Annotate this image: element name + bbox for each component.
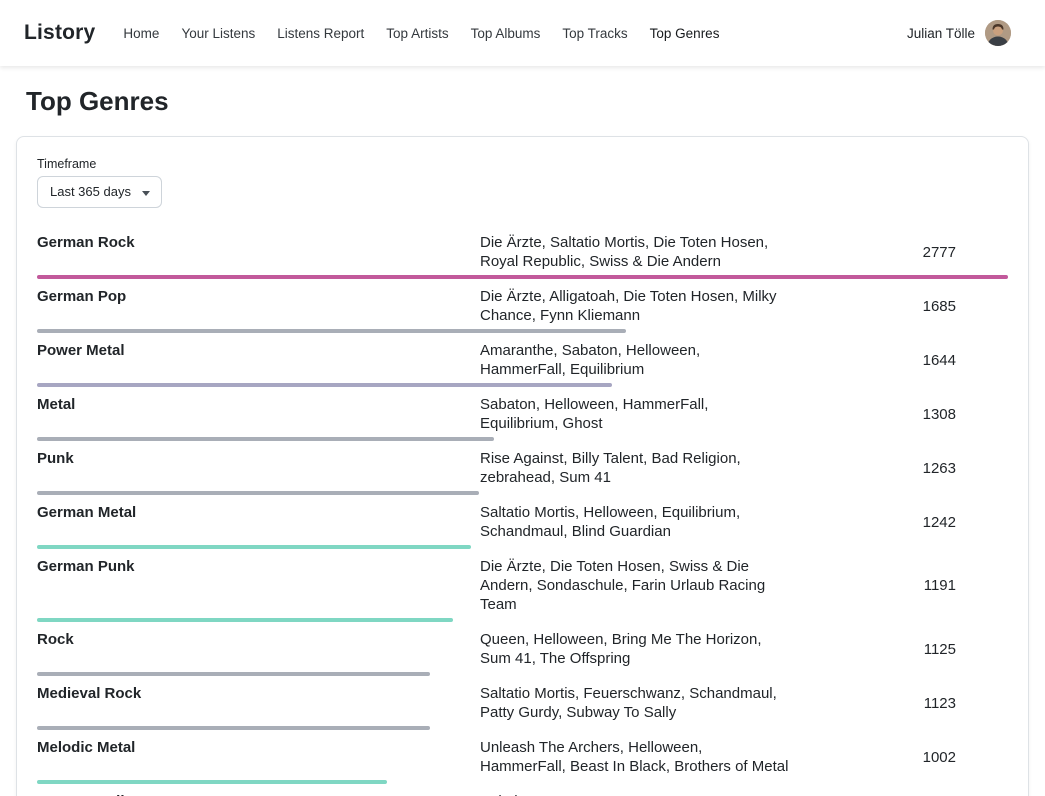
genre-count: 1685 <box>790 298 1008 315</box>
genre-name: Rock <box>37 630 480 668</box>
avatar-image <box>985 20 1011 46</box>
genre-count: 1123 <box>790 695 1008 712</box>
genre-row: German Indie Bukahara, Käptn Peng, KYTES… <box>37 784 1008 796</box>
genre-name: Melodic Metal <box>37 738 480 776</box>
timeframe-label: Timeframe <box>37 157 1008 171</box>
main-nav: Home Your Listens Listens Report Top Art… <box>123 26 907 41</box>
nav-top-genres[interactable]: Top Genres <box>650 26 720 41</box>
genre-artists: Die Ärzte, Alligatoah, Die Toten Hosen, … <box>480 287 790 325</box>
genre-name: German Punk <box>37 557 480 614</box>
timeframe-value: Last 365 days <box>50 184 131 199</box>
nav-top-albums[interactable]: Top Albums <box>471 26 541 41</box>
nav-top-artists[interactable]: Top Artists <box>386 26 448 41</box>
genre-name: German Rock <box>37 233 480 271</box>
genre-artists: Sabaton, Helloween, HammerFall, Equilibr… <box>480 395 790 433</box>
genre-artists: Queen, Helloween, Bring Me The Horizon, … <box>480 630 790 668</box>
genre-artists: Bukahara, Käptn Peng, KYTES, Von Wegen L… <box>480 792 790 796</box>
genre-row: Punk Rise Against, Billy Talent, Bad Rel… <box>37 441 1008 495</box>
genre-artists: Saltatio Mortis, Helloween, Equilibrium,… <box>480 503 790 541</box>
navbar: Listory Home Your Listens Listens Report… <box>0 0 1045 66</box>
genre-artists: Rise Against, Billy Talent, Bad Religion… <box>480 449 790 487</box>
genre-artists: Die Ärzte, Die Toten Hosen, Swiss & Die … <box>480 557 790 614</box>
genre-count: 1644 <box>790 352 1008 369</box>
genre-name: Power Metal <box>37 341 480 379</box>
genre-row: Rock Queen, Helloween, Bring Me The Hori… <box>37 622 1008 676</box>
genre-name: German Pop <box>37 287 480 325</box>
user-name: Julian Tölle <box>907 26 975 41</box>
genre-name: German Indie <box>37 792 480 796</box>
main-content: Top Genres Timeframe Last 365 days Germa… <box>0 86 1045 796</box>
genre-row: Power Metal Amaranthe, Sabaton, Hellowee… <box>37 333 1008 387</box>
nav-home[interactable]: Home <box>123 26 159 41</box>
user-menu[interactable]: Julian Tölle <box>907 20 1011 46</box>
genre-row: German Metal Saltatio Mortis, Helloween,… <box>37 495 1008 549</box>
genre-count: 1125 <box>790 641 1008 658</box>
genre-row: German Punk Die Ärzte, Die Toten Hosen, … <box>37 549 1008 622</box>
genre-row: Medieval Rock Saltatio Mortis, Feuerschw… <box>37 676 1008 730</box>
genre-name: Metal <box>37 395 480 433</box>
genre-list: German Rock Die Ärzte, Saltatio Mortis, … <box>37 225 1008 796</box>
genre-artists: Saltatio Mortis, Feuerschwanz, Schandmau… <box>480 684 790 722</box>
timeframe-select[interactable]: Last 365 days <box>37 176 162 208</box>
top-genres-card: Timeframe Last 365 days German Rock Die … <box>16 136 1029 796</box>
genre-row: Metal Sabaton, Helloween, HammerFall, Eq… <box>37 387 1008 441</box>
page-title: Top Genres <box>26 86 1019 116</box>
genre-name: Medieval Rock <box>37 684 480 722</box>
genre-count: 1191 <box>790 577 1008 594</box>
genre-row: German Pop Die Ärzte, Alligatoah, Die To… <box>37 279 1008 333</box>
genre-row: German Rock Die Ärzte, Saltatio Mortis, … <box>37 225 1008 279</box>
nav-listens-report[interactable]: Listens Report <box>277 26 364 41</box>
genre-artists: Unleash The Archers, Helloween, HammerFa… <box>480 738 790 776</box>
nav-your-listens[interactable]: Your Listens <box>181 26 255 41</box>
avatar[interactable] <box>985 20 1011 46</box>
genre-name: Punk <box>37 449 480 487</box>
genre-count: 1242 <box>790 514 1008 531</box>
genre-name: German Metal <box>37 503 480 541</box>
genre-row: Melodic Metal Unleash The Archers, Hello… <box>37 730 1008 784</box>
chevron-down-icon <box>142 191 150 196</box>
genre-artists: Die Ärzte, Saltatio Mortis, Die Toten Ho… <box>480 233 790 271</box>
genre-count: 1308 <box>790 406 1008 423</box>
genre-artists: Amaranthe, Sabaton, Helloween, HammerFal… <box>480 341 790 379</box>
genre-count: 1002 <box>790 749 1008 766</box>
genre-count: 1263 <box>790 460 1008 477</box>
genre-count: 2777 <box>790 244 1008 261</box>
nav-top-tracks[interactable]: Top Tracks <box>562 26 627 41</box>
brand-logo[interactable]: Listory <box>24 21 95 45</box>
